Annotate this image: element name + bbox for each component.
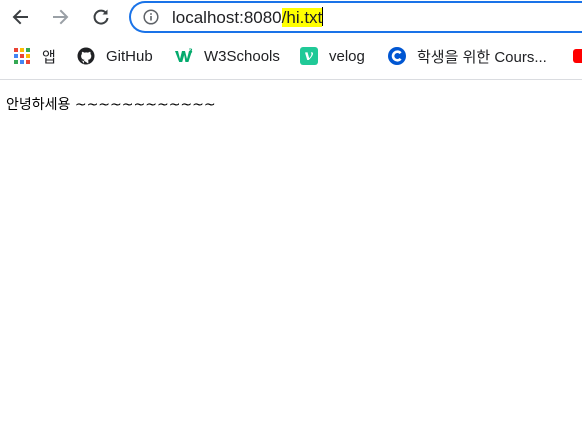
w3schools-icon: 3 xyxy=(175,48,193,62)
forward-button[interactable] xyxy=(48,4,74,30)
bookmark-w3schools[interactable]: 3 W3Schools xyxy=(175,40,280,72)
bookmarks-bar: 앱 GitHub 3 W3Schools velog 학생을 위한 Cours.… xyxy=(0,40,582,72)
bookmark-github[interactable]: GitHub xyxy=(77,40,153,72)
bookmark-label: 앱 xyxy=(42,48,56,66)
bookmark-label: GitHub xyxy=(106,47,153,65)
bookmark-apps[interactable]: 앱 xyxy=(13,40,56,72)
reload-button[interactable] xyxy=(88,4,114,30)
bookmark-label: 학생을 위한 Cours... xyxy=(417,48,547,66)
youtube-icon[interactable] xyxy=(573,49,582,63)
back-button[interactable] xyxy=(7,4,33,30)
bookmark-label: velog xyxy=(329,47,365,65)
url-path: /hi.txt xyxy=(281,8,323,27)
velog-icon xyxy=(300,47,318,65)
url-host: localhost:8080 xyxy=(172,8,282,27)
apps-grid-icon xyxy=(14,48,30,64)
bookmark-velog[interactable]: velog xyxy=(300,40,365,72)
arrow-left-icon xyxy=(12,9,28,25)
page-text: 안녕하세용 ~~~~~~~~~~~~ xyxy=(6,97,216,113)
address-bar[interactable]: localhost:8080/hi.txt xyxy=(129,1,582,33)
text-cursor xyxy=(322,7,324,26)
url-text[interactable]: localhost:8080/hi.txt xyxy=(172,7,324,28)
bookmark-coursera[interactable]: 학생을 위한 Cours... xyxy=(388,40,547,72)
toolbar-divider xyxy=(0,79,582,80)
bookmark-label: W3Schools xyxy=(204,47,280,65)
info-icon[interactable] xyxy=(143,9,159,25)
arrow-right-icon xyxy=(53,9,69,25)
browser-toolbar: localhost:8080/hi.txt xyxy=(0,0,582,35)
github-icon xyxy=(77,47,95,65)
svg-text:3: 3 xyxy=(189,48,193,55)
coursera-icon xyxy=(388,47,406,65)
reload-icon xyxy=(93,9,109,25)
